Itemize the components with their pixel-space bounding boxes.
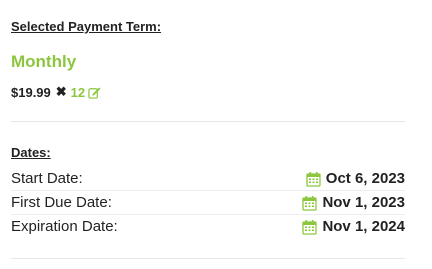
times-icon: ✖ <box>55 84 67 99</box>
start-date-label: Start Date: <box>11 170 83 187</box>
expiration-date-value: Nov 1, 2024 <box>322 218 405 235</box>
calendar-icon <box>302 219 318 235</box>
expiration-date-label: Expiration Date: <box>11 218 118 235</box>
payment-term-heading: Selected Payment Term: <box>11 19 162 34</box>
first-due-date-row: First Due Date: Nov 1, 2023 <box>11 191 405 215</box>
calendar-icon <box>306 171 321 187</box>
payment-term-name: Monthly <box>11 52 77 71</box>
first-due-date-value: Nov 1, 2023 <box>322 194 405 211</box>
first-due-date-value-wrap: Nov 1, 2023 <box>302 194 405 211</box>
dates-heading: Dates: <box>11 145 51 160</box>
first-due-date-label: First Due Date: <box>11 194 112 211</box>
start-date-value: Oct 6, 2023 <box>325 170 405 187</box>
start-date-value-wrap: Oct 6, 2023 <box>306 170 405 187</box>
price-value: $19.99 <box>11 84 51 100</box>
divider <box>11 121 405 122</box>
start-date-row: Start Date: Oct 6, 2023 <box>11 167 405 191</box>
divider <box>11 258 405 259</box>
expiration-date-value-wrap: Nov 1, 2024 <box>302 218 405 235</box>
edit-icon[interactable] <box>88 86 101 99</box>
payment-count: 12 <box>70 84 86 100</box>
calendar-icon <box>302 195 318 211</box>
price-line: $19.99 ✖ 12 <box>11 84 101 100</box>
expiration-date-row: Expiration Date: Nov 1, 2024 <box>11 215 405 238</box>
